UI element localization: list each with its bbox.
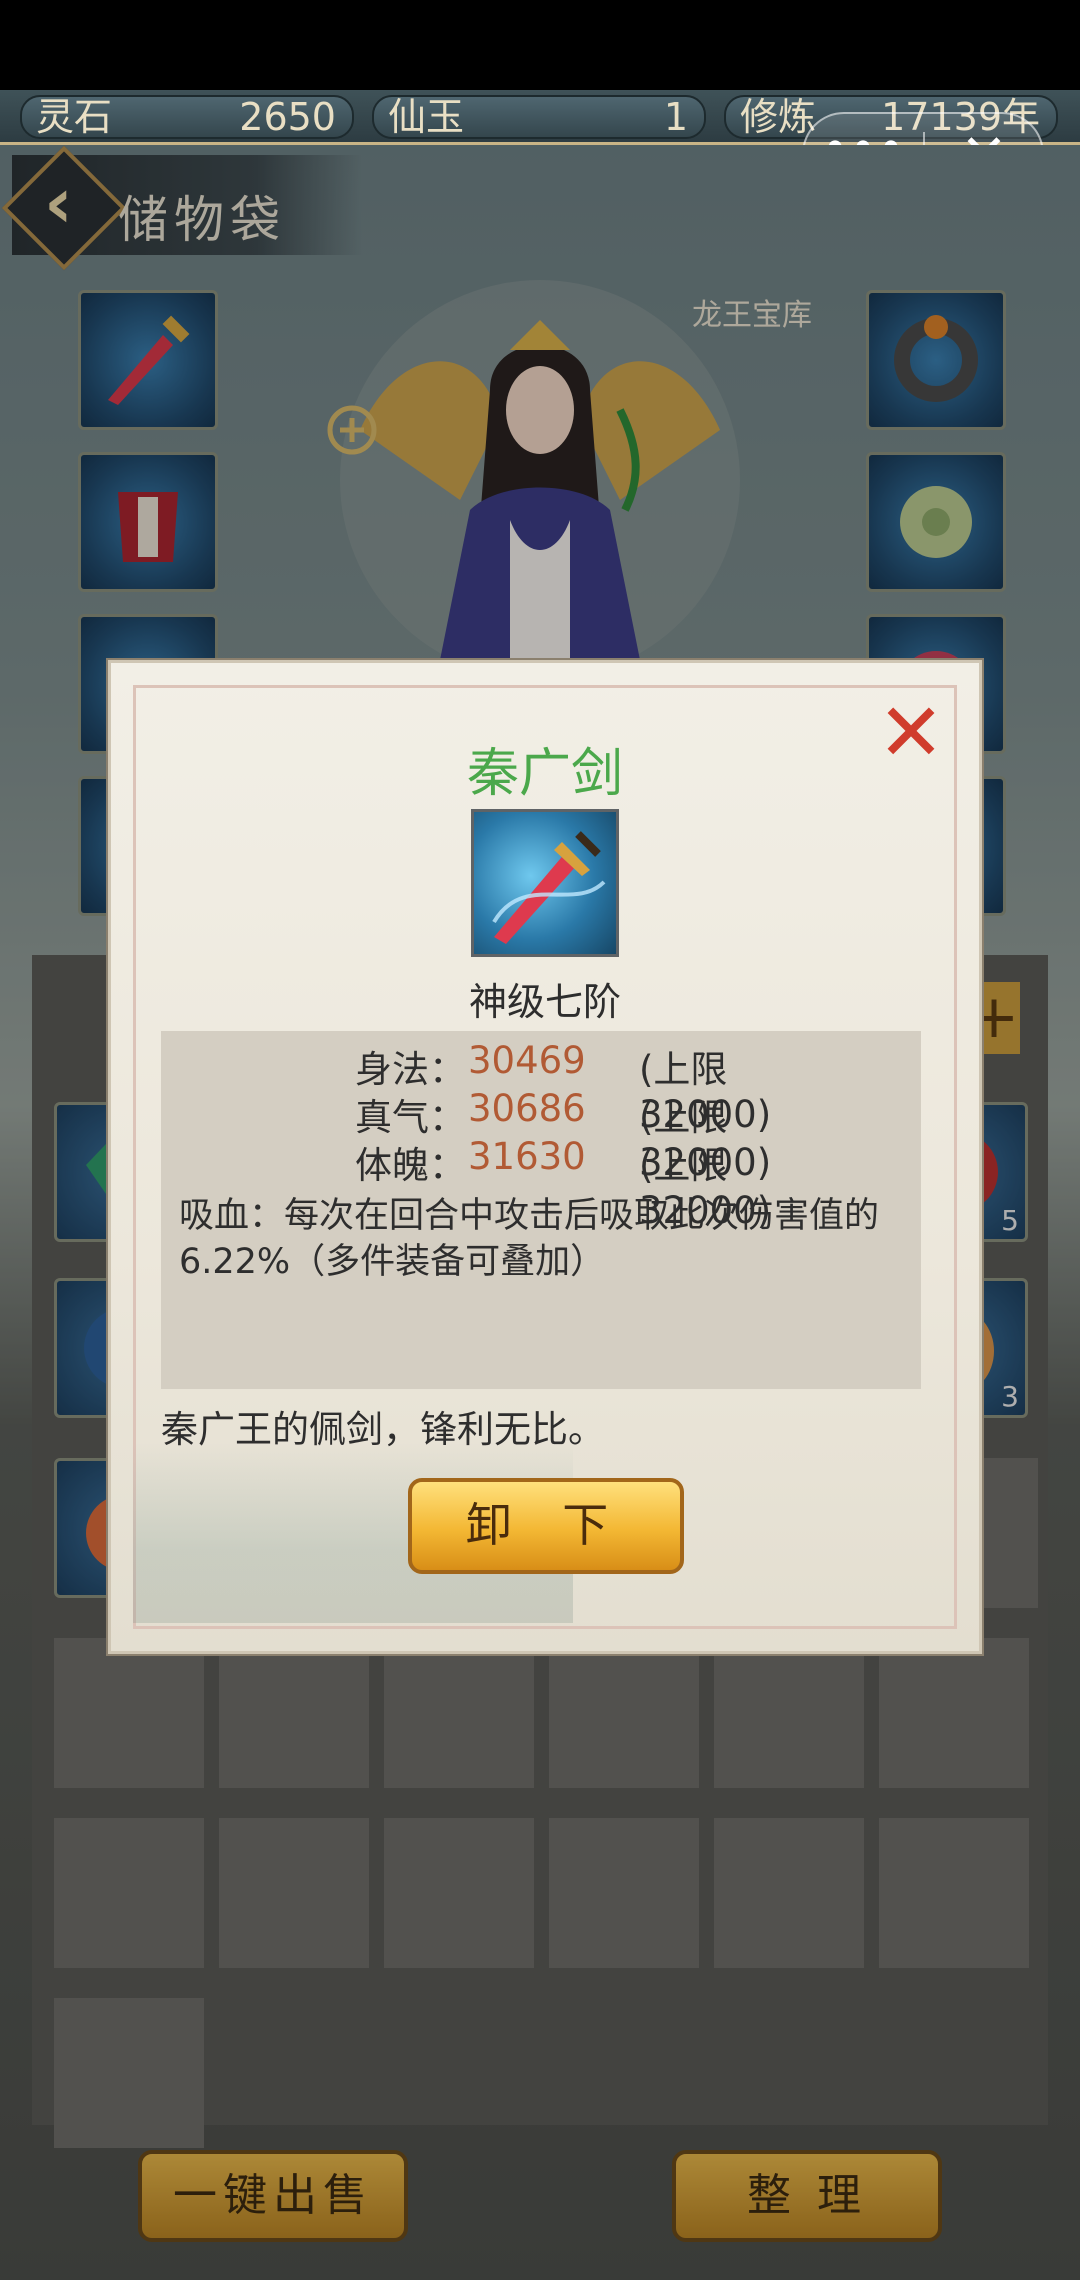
stat-name: 体魄：: [355, 1144, 466, 1187]
stat-value: 30469: [468, 1039, 586, 1082]
resource-value: 2650: [239, 95, 336, 139]
close-icon[interactable]: ✕: [871, 693, 951, 773]
stat-name: 真气：: [355, 1096, 466, 1139]
resource-value: 1: [663, 95, 688, 139]
item-effect: 吸血：每次在回合中攻击后吸取此次伤害值的6.22%（多件装备可叠加）: [179, 1196, 880, 1282]
stat-value: 31630: [468, 1135, 586, 1178]
item-grade: 神级七阶: [468, 980, 621, 1024]
stat-name: 身法：: [355, 1048, 466, 1091]
item-detail-dialog: 秦广剑 ✕ 神级七阶 身法： 30469 (上限32000) 真气： 30686…: [108, 660, 982, 1654]
resource-lingshi: 灵石 2650: [20, 95, 354, 139]
resource-label: 仙玉: [388, 95, 465, 139]
unequip-button[interactable]: 卸 下: [408, 1478, 684, 1574]
stats-panel: 身法： 30469 (上限32000) 真气： 30686 (上限32000) …: [161, 1031, 921, 1389]
status-bar: [0, 0, 1080, 90]
item-description: 秦广王的佩剑，锋利无比。: [161, 1408, 605, 1451]
resource-xianyu: 仙玉 1: [372, 95, 706, 139]
resource-label: 灵石: [36, 95, 113, 139]
sword-icon: [471, 809, 619, 957]
stat-value: 30686: [468, 1087, 586, 1130]
item-name: 秦广剑: [466, 744, 623, 804]
